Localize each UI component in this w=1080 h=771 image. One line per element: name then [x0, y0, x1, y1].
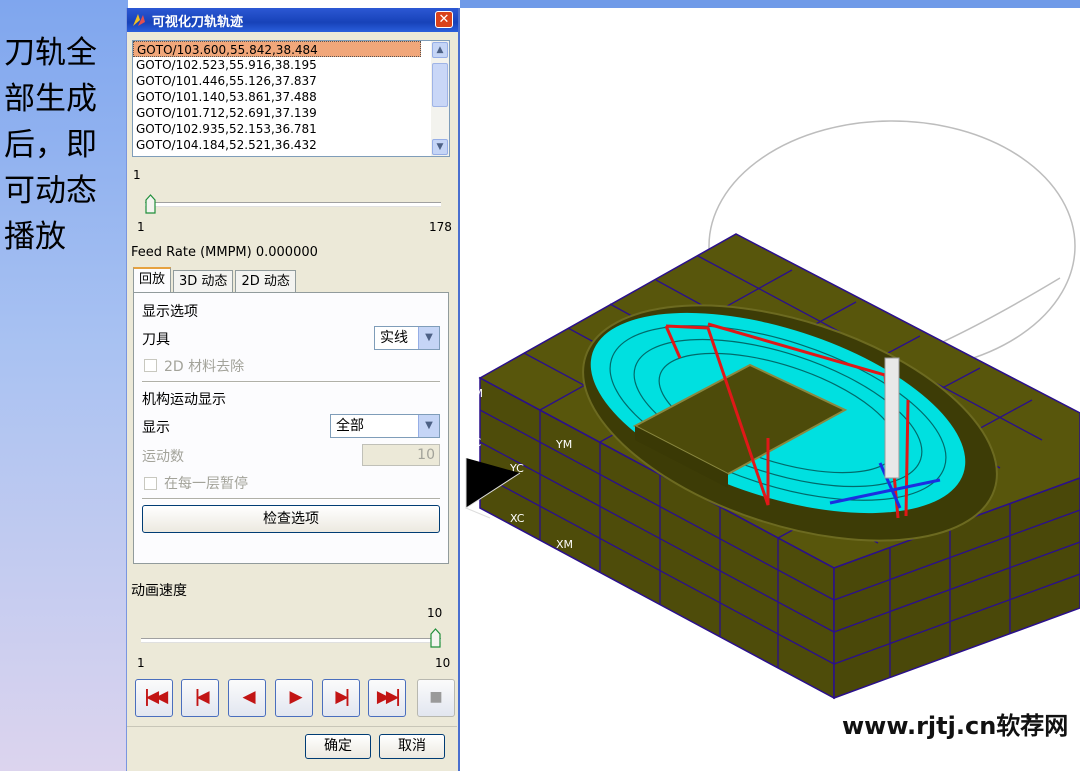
animation-speed-label: 动画速度 [131, 583, 187, 599]
step-slider-value: 1 [133, 168, 141, 182]
section-divider [142, 498, 440, 500]
tab-3d-dynamic[interactable]: 3D 动态 [173, 270, 234, 293]
dialog-titlebar[interactable]: 可视化刀轨轨迹 ✕ [127, 8, 458, 32]
toolpath-list-item[interactable]: GOTO/103.600,55.842,38.484 [133, 41, 421, 57]
animation-speed-value: 10 [427, 606, 443, 620]
cancel-button[interactable]: 取消 [379, 734, 445, 759]
scroll-up-icon[interactable]: ▲ [432, 42, 448, 58]
tool-display-value: 实线 [380, 330, 408, 346]
mechanism-display-value: 全部 [336, 418, 364, 434]
axis-label-zm: ZM [466, 387, 483, 400]
toolpath-list-item[interactable]: GOTO/104.184,52.521,36.432 [133, 137, 421, 153]
cutting-tool [884, 357, 900, 479]
fast-forward-to-end-button[interactable]: ▶▶| [368, 679, 406, 717]
tool-label: 刀具 [142, 332, 170, 348]
toolpath-visualization-dialog: 可视化刀轨轨迹 ✕ GOTO/103.600,55.842,38.484 GOTO… [126, 8, 460, 771]
toolpath-list-item[interactable]: GOTO/101.712,52.691,37.139 [133, 105, 421, 121]
tab-2d-dynamic[interactable]: 2D 动态 [235, 270, 296, 293]
chevron-down-icon[interactable]: ▼ [418, 415, 439, 437]
slide-caption: 刀轨全 部生成 后，即 可动态 播放 [4, 35, 97, 255]
animation-speed-thumb[interactable] [430, 628, 441, 648]
dialog-title: 可视化刀轨轨迹 [152, 14, 244, 30]
pause-each-layer-checkbox[interactable] [144, 477, 157, 490]
list-scrollbar[interactable]: ▲ ▼ [431, 41, 449, 156]
play-reverse-button[interactable]: ◀ [228, 679, 266, 717]
axis-label-ym: YM [555, 438, 572, 451]
display-options-heading: 显示选项 [142, 304, 198, 320]
graphics-viewport[interactable]: ZM ZC YM YC XC XM [460, 8, 1080, 771]
slide-top-band [460, 0, 1080, 8]
check-options-button[interactable]: 检查选项 [142, 505, 440, 533]
animation-speed-max: 10 [435, 656, 451, 670]
feed-rate-label: Feed Rate (MMPM) 0.000000 [131, 245, 318, 260]
close-button[interactable]: ✕ [435, 11, 453, 28]
pause-each-layer-label: 在每一层暂停 [164, 476, 248, 492]
playback-mode-tabs: 回放 3D 动态 2D 动态 [133, 267, 298, 294]
watermark: www.rjtj.cn软荐网 [842, 712, 1069, 740]
scroll-down-icon[interactable]: ▼ [432, 139, 448, 155]
toolpath-list[interactable]: GOTO/103.600,55.842,38.484 GOTO/102.523,5… [132, 40, 450, 157]
tool-display-select[interactable]: 实线 ▼ [374, 326, 440, 350]
step-slider-track[interactable] [145, 202, 441, 207]
replay-panel: 显示选项 刀具 实线 ▼ 2D 材料去除 机构运动显示 显示 全部 ▼ 运动数 … [133, 292, 449, 564]
chevron-down-icon[interactable]: ▼ [418, 327, 439, 349]
machined-part-render: ZM ZC YM YC XC XM [465, 120, 1080, 700]
motion-count-field[interactable]: 10 [362, 444, 440, 466]
footer-divider [127, 726, 457, 727]
toolpath-list-item[interactable]: GOTO/101.446,55.126,37.837 [133, 73, 421, 89]
axis-label-xm: XM [556, 538, 573, 551]
toolpath-list-item[interactable]: GOTO/102.523,55.916,38.195 [133, 57, 421, 73]
axis-label-xc: XC [510, 512, 525, 525]
rewind-to-start-button[interactable]: |◀◀ [135, 679, 173, 717]
display-label: 显示 [142, 420, 170, 436]
material-removal-checkbox[interactable] [144, 359, 157, 372]
mechanism-display-select[interactable]: 全部 ▼ [330, 414, 440, 438]
motion-count-label: 运动数 [142, 449, 184, 465]
step-back-button[interactable]: |◀ [181, 679, 219, 717]
step-slider-thumb[interactable] [145, 194, 156, 214]
step-forward-button[interactable]: ▶| [322, 679, 360, 717]
mechanism-heading: 机构运动显示 [142, 392, 226, 408]
animation-speed-track[interactable] [141, 638, 441, 643]
stop-button[interactable]: ■ [417, 679, 455, 717]
scroll-thumb[interactable] [432, 63, 448, 107]
tab-replay[interactable]: 回放 [133, 267, 172, 294]
step-slider-max: 178 [429, 220, 452, 234]
animation-speed-min: 1 [137, 656, 145, 670]
toolpath-list-item[interactable]: GOTO/101.140,53.861,37.488 [133, 89, 421, 105]
step-slider-min: 1 [137, 220, 145, 234]
toolpath-list-item[interactable]: GOTO/102.935,52.153,36.781 [133, 121, 421, 137]
app-icon [133, 14, 145, 26]
material-removal-label: 2D 材料去除 [164, 359, 245, 375]
axis-label-zc: ZC [466, 436, 482, 449]
ok-button[interactable]: 确定 [305, 734, 371, 759]
section-divider [142, 381, 440, 383]
play-forward-button[interactable]: ▶ [275, 679, 313, 717]
